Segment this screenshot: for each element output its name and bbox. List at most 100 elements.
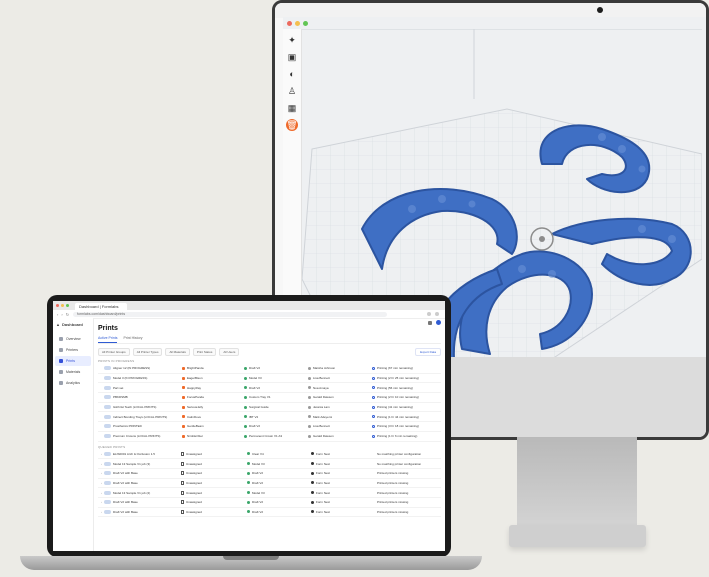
- orient-icon[interactable]: ◐: [286, 68, 298, 80]
- close-dot[interactable]: [287, 21, 292, 26]
- user-name: Gerald Dawson: [308, 395, 372, 399]
- chevron-right-icon[interactable]: ›: [101, 462, 102, 466]
- minimize-dot[interactable]: [295, 21, 300, 26]
- browser-tab[interactable]: Dashboard | Formlabs: [75, 303, 127, 310]
- model-thumbnail: [104, 405, 111, 410]
- sidebar-item-overview[interactable]: Overview: [55, 334, 91, 344]
- chevron-right-icon[interactable]: ›: [101, 481, 102, 485]
- table-row[interactable]: PBKDSMB FocusPanda Custom Tray V1 Gerald Da…: [98, 393, 441, 403]
- profile-icon[interactable]: [435, 312, 439, 316]
- filter-users[interactable]: All Users: [219, 348, 240, 356]
- browser-tabbar: Dashboard | Formlabs: [53, 301, 445, 310]
- filter-printer-types[interactable]: All Printer Types: [132, 348, 163, 356]
- delete-icon[interactable]: 🗑: [286, 119, 298, 131]
- table-row[interactable]: Model 3 (IN PROGRESS) EagerBison Model V3 L…: [98, 374, 441, 384]
- table-row[interactable]: › Draft V2 with Base Unassigned Draft V2 For…: [98, 508, 441, 518]
- layout-icon[interactable]: ▣: [286, 51, 298, 63]
- export-button[interactable]: Export Data: [415, 348, 441, 356]
- table-row[interactable]: Gilchrist Teeth (LOCAL PRINTS) SeriousJel…: [98, 403, 441, 413]
- sidebar-item-label: Analytics: [66, 381, 81, 385]
- filter-print-status[interactable]: Print Status: [192, 348, 217, 356]
- queued-printer-text: Form Next: [316, 500, 331, 505]
- bell-icon[interactable]: [428, 320, 432, 325]
- forward-icon[interactable]: ›: [61, 312, 62, 317]
- sidebar-item-label: Prints: [66, 359, 75, 363]
- table-row[interactable]: › Model 13 Sample V1 job (2) Unassigned Mod…: [98, 488, 441, 498]
- queued-name-text: Draft V2 with Base: [113, 480, 138, 485]
- tab-print-history[interactable]: Print History: [123, 335, 142, 343]
- print-name-text: PBKDSMB: [113, 395, 128, 400]
- grid-icon[interactable]: ▦: [286, 102, 298, 114]
- material-name-text: Model V3: [249, 376, 262, 381]
- reload-icon[interactable]: ↻: [66, 312, 69, 317]
- print-status: Printing (67 min remaining): [372, 366, 441, 370]
- chevron-right-icon[interactable]: ›: [101, 491, 102, 495]
- queued-printer-text: Form Next: [316, 451, 331, 456]
- magic-wand-icon[interactable]: ✦: [286, 34, 298, 46]
- printer-name-text: SeriousJelly: [187, 405, 204, 410]
- queued-note: Printed printers missing: [377, 471, 441, 475]
- material-name-text: Draft V2: [249, 385, 261, 390]
- resin-icon: [247, 462, 250, 466]
- table-row[interactable]: › Draft V2 with Base Unassigned Draft V2 For…: [98, 479, 441, 489]
- print-status-text: Printing (3 hr 18 min remaining): [377, 424, 420, 429]
- support-icon[interactable]: ♙: [286, 85, 298, 97]
- zoom-dot[interactable]: [303, 21, 308, 26]
- printer-name: FocusPanda: [182, 395, 244, 399]
- queued-printer-text: Form Next: [316, 471, 331, 476]
- printer-name-text: HappyRay: [187, 385, 202, 390]
- table-row[interactable]: Part set HappyRay Draft V2 Noa Amaya Printin…: [98, 383, 441, 394]
- queued-note-text: Printed printers missing: [377, 490, 409, 495]
- monitor-bezel: [275, 3, 706, 18]
- printer-icon: [182, 395, 185, 399]
- table-row[interactable]: Prosthetics PRINTED GentleBeam Draft V2 Lis…: [98, 422, 441, 432]
- material-name-text: Draft V2: [249, 366, 261, 371]
- table-row[interactable]: Premium Crowns (LOCAL PRINTS) NimbleOtter…: [98, 432, 441, 442]
- sidebar-item-prints[interactable]: Prints: [55, 356, 91, 366]
- logo-icon: ▲: [56, 322, 60, 327]
- sidebar-item-label: Printers: [66, 348, 79, 352]
- avatar[interactable]: [436, 320, 441, 325]
- chevron-right-icon[interactable]: ›: [101, 500, 102, 504]
- queued-file: Unassigned: [181, 509, 247, 514]
- table-row[interactable]: › Model 13 Sample V1 job (3) Unassigned Mod…: [98, 459, 441, 469]
- user-name-text: Noa Amaya: [313, 385, 329, 390]
- queued-name-text: Draft V2 with Base: [113, 471, 138, 476]
- material-name: Custom Tray V1: [244, 395, 308, 399]
- sidebar-item-materials[interactable]: Materials: [55, 367, 91, 377]
- material-name: Model V3: [244, 376, 308, 380]
- queued-file-text: Unassigned: [186, 490, 202, 495]
- sidebar-item-printers[interactable]: Printers: [55, 345, 91, 355]
- queued-printer: Form Next: [311, 510, 377, 514]
- tab-active-prints[interactable]: Active Prints: [98, 335, 118, 343]
- table-row[interactable]: Indirect Bonding Trays (LOCAL PRINTS) Cal…: [98, 412, 441, 423]
- model-thumbnail: [104, 490, 111, 495]
- model-thumbnail: [104, 414, 111, 419]
- queued-name: › Model 13 Sample V1 job (2): [98, 490, 181, 495]
- active-prints-list: Aligner 12 (IN PROGRESS) BrightPanda Draft…: [98, 364, 441, 442]
- chevron-right-icon[interactable]: ›: [101, 471, 102, 475]
- table-row[interactable]: › ELIS0001 Arch & Occlusion 1.5 Unassigned…: [98, 450, 441, 460]
- queued-file: Unassigned: [181, 480, 247, 485]
- progress-icon: [372, 376, 375, 380]
- material-name-text: Draft V2: [249, 424, 261, 429]
- table-row[interactable]: › Draft V2 with Base Unassigned Draft V2 For…: [98, 469, 441, 479]
- progress-icon: [372, 434, 375, 438]
- queued-file-text: Unassigned: [186, 461, 202, 466]
- url-field[interactable]: formlabs.com/dashboard/prints: [73, 311, 388, 317]
- sidebar-item-analytics[interactable]: Analytics: [55, 378, 91, 388]
- chevron-right-icon[interactable]: ›: [101, 510, 102, 514]
- queued-note-text: No matching printer configuration: [377, 451, 422, 456]
- filter-printer-groups[interactable]: All Printer Groups: [98, 348, 130, 356]
- table-row[interactable]: Aligner 12 (IN PROGRESS) BrightPanda Draft…: [98, 364, 441, 374]
- chevron-right-icon[interactable]: ›: [101, 452, 102, 456]
- table-row[interactable]: › Draft V2 with Base Unassigned Draft V2 For…: [98, 498, 441, 508]
- tab-title: Dashboard | Formlabs: [79, 304, 119, 309]
- print-name: Aligner 12 (IN PROGRESS): [98, 366, 182, 371]
- queued-printer: Form Next: [311, 452, 377, 456]
- queued-printer: Form Next: [311, 471, 377, 475]
- back-icon[interactable]: ‹: [57, 312, 58, 317]
- queued-file-text: Unassigned: [186, 509, 202, 514]
- extension-icon[interactable]: [427, 312, 431, 316]
- filter-materials[interactable]: All Materials: [165, 348, 190, 356]
